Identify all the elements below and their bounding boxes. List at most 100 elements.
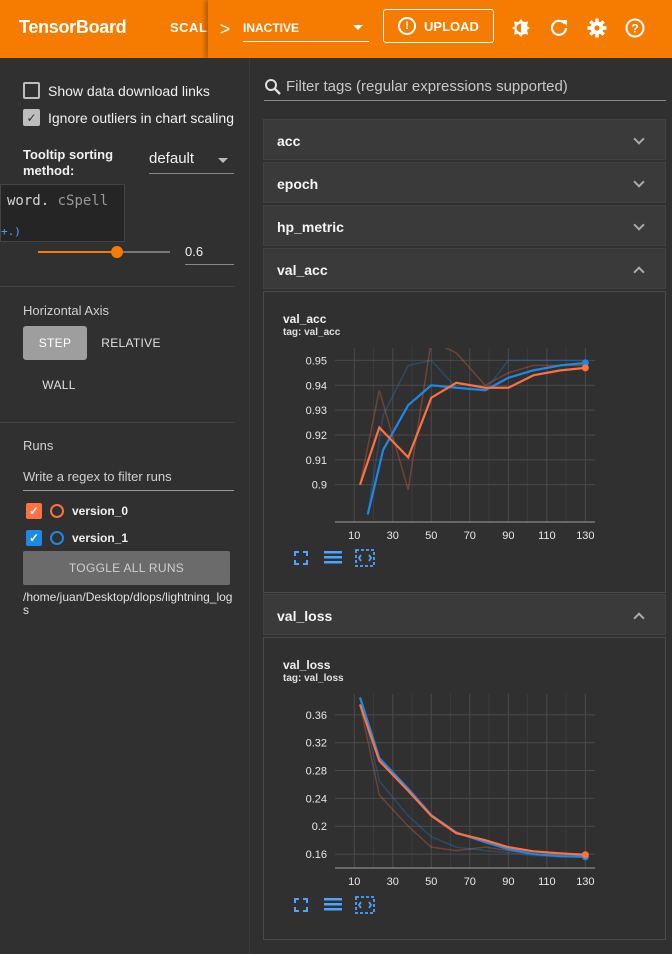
run-version-1[interactable]: ✓ version_1 — [26, 530, 128, 546]
svg-text:?: ? — [631, 22, 638, 36]
card-header-epoch[interactable]: epoch — [263, 162, 666, 203]
ignore-outliers-checkbox[interactable]: ✓ Ignore outliers in chart scaling — [23, 109, 234, 126]
raw-series-line — [359, 348, 586, 490]
x-tick-label: 90 — [502, 530, 514, 542]
checkbox-unchecked[interactable] — [23, 82, 40, 99]
y-tick-label: 0.92 — [306, 430, 327, 442]
x-tick-label: 10 — [348, 530, 360, 542]
show-download-links-checkbox[interactable]: Show data download links — [23, 82, 210, 99]
val-loss-chart[interactable]: 10 30 50 70 90 110 130 0.16 0.2 0.24 0.28 0.32 0.36 — [283, 688, 603, 893]
popup-sub-line: +.) — [1, 225, 21, 238]
series-end-point-version_0 — [581, 851, 589, 859]
run-color-circle-icon[interactable] — [50, 504, 64, 518]
y-tick-label: 0.16 — [306, 849, 327, 861]
fit-domain-icon[interactable] — [355, 896, 375, 914]
y-tick-label: 0.24 — [306, 793, 327, 805]
plot-area — [358, 697, 586, 858]
run-name: version_1 — [72, 531, 129, 545]
axis-wall-button[interactable]: WALL — [33, 368, 85, 402]
runs-filter-input[interactable]: Write a regex to filter runs — [23, 467, 234, 491]
run-color-circle-icon[interactable] — [50, 531, 64, 545]
chevron-up-icon — [633, 266, 645, 278]
axis-step-button[interactable]: STEP — [23, 326, 87, 360]
tab-scalars[interactable]: SCALARS — [170, 20, 210, 35]
card-header-val-loss[interactable]: val_loss — [263, 594, 666, 635]
x-tick-label: 50 — [425, 876, 437, 888]
card-header-hp-metric[interactable]: hp_metric — [263, 205, 666, 246]
raw-series-line — [366, 359, 586, 515]
series-line-version_0 — [358, 704, 586, 856]
chart-card-val-loss: val_loss tag: val_loss 10 30 50 70 90 110 130 0… — [263, 637, 666, 940]
theme-toggle-icon[interactable] — [509, 16, 533, 40]
chart-tag: tag: val_acc — [283, 327, 341, 338]
tag-filter-input[interactable]: Filter tags (regular expressions support… — [264, 76, 666, 101]
y-tick-label: 0.95 — [306, 355, 327, 367]
tab-scroll-right-button[interactable]: > — [208, 0, 242, 58]
divider — [0, 422, 234, 423]
check-icon[interactable]: ✓ — [26, 503, 42, 519]
chevron-down-icon — [218, 158, 228, 163]
chevron-down-icon — [353, 25, 363, 30]
tag-filter-placeholder: Filter tags (regular expressions support… — [286, 78, 568, 95]
smoothing-value-input[interactable]: 0.6 — [185, 244, 234, 265]
x-tick-label: 90 — [502, 876, 514, 888]
chart-toolbar — [291, 549, 375, 567]
x-tick-label: 70 — [464, 530, 476, 542]
x-tick-label: 110 — [538, 876, 556, 888]
x-tick-label: 130 — [576, 530, 594, 542]
toggle-log-scale-icon[interactable] — [323, 549, 343, 567]
reload-icon[interactable] — [547, 16, 571, 40]
app-title: TensorBoard — [19, 17, 127, 37]
ignore-outliers-label: Ignore outliers in chart scaling — [48, 109, 234, 126]
check-icon[interactable]: ✓ — [26, 530, 42, 546]
x-tick-label: 130 — [576, 876, 594, 888]
chart-toolbar — [291, 896, 375, 914]
y-tick-label: 0.9 — [312, 480, 327, 492]
tooltip-sorting-select[interactable]: default — [149, 150, 234, 174]
chart-tag: tag: val_loss — [283, 673, 344, 684]
inactive-plugins-select[interactable]: INACTIVE — [243, 14, 369, 42]
x-tick-label: 110 — [538, 530, 556, 542]
run-version-0[interactable]: ✓ version_0 — [26, 503, 128, 519]
top-app-bar: TensorBoard SCALARS > INACTIVE ! UPLOAD … — [0, 0, 672, 58]
y-tick-label: 0.2 — [312, 821, 327, 833]
upload-button[interactable]: ! UPLOAD — [383, 9, 494, 43]
raw-series-line — [359, 704, 586, 856]
smoothing-slider-thumb[interactable] — [111, 246, 124, 258]
upload-label: UPLOAD — [424, 18, 479, 34]
y-tick-label: 0.91 — [306, 455, 327, 467]
y-tick-label: 0.93 — [306, 405, 327, 417]
y-tick-label: 0.28 — [306, 766, 327, 778]
axis-relative-button[interactable]: RELATIVE — [93, 326, 169, 360]
x-tick-label: 30 — [387, 530, 399, 542]
x-tick-label: 10 — [348, 876, 360, 888]
y-tick-label: 0.32 — [306, 738, 327, 750]
fullscreen-icon[interactable] — [291, 549, 311, 567]
divider — [0, 286, 234, 287]
info-icon: ! — [398, 17, 417, 35]
card-header-acc[interactable]: acc — [263, 119, 666, 160]
chevron-up-icon — [633, 612, 645, 624]
x-tick-label: 30 — [387, 876, 399, 888]
settings-gear-icon[interactable] — [585, 16, 609, 40]
main-content: Filter tags (regular expressions support… — [250, 58, 672, 954]
val-acc-chart[interactable]: 10 30 50 70 90 110 130 0.9 0.91 0.92 0.93 0.94 0.95 — [283, 342, 603, 547]
toggle-log-scale-icon[interactable] — [323, 896, 343, 914]
tooltip-sorting-label: Tooltip sorting method: — [23, 147, 114, 178]
chart-title: val_acc — [283, 312, 327, 326]
card-header-val-acc[interactable]: val_acc — [263, 248, 666, 289]
fit-domain-icon[interactable] — [355, 549, 375, 567]
toggle-all-runs-button[interactable]: TOGGLE ALL RUNS — [23, 551, 230, 585]
chevron-right-icon: > — [219, 18, 231, 39]
search-icon — [264, 78, 282, 100]
check-icon[interactable]: ✓ — [23, 109, 40, 126]
fullscreen-icon[interactable] — [291, 896, 311, 914]
help-icon[interactable]: ? — [623, 16, 647, 40]
popup-code-line: word. cSpell — [7, 193, 109, 209]
y-tick-label: 0.94 — [306, 380, 327, 392]
x-tick-label: 50 — [425, 530, 437, 542]
smoothing-slider-fill — [38, 251, 118, 253]
y-tick-label: 0.36 — [306, 710, 327, 722]
show-download-links-label: Show data download links — [48, 82, 210, 99]
spell-check-popup: word. cSpell +.) — [0, 184, 125, 242]
